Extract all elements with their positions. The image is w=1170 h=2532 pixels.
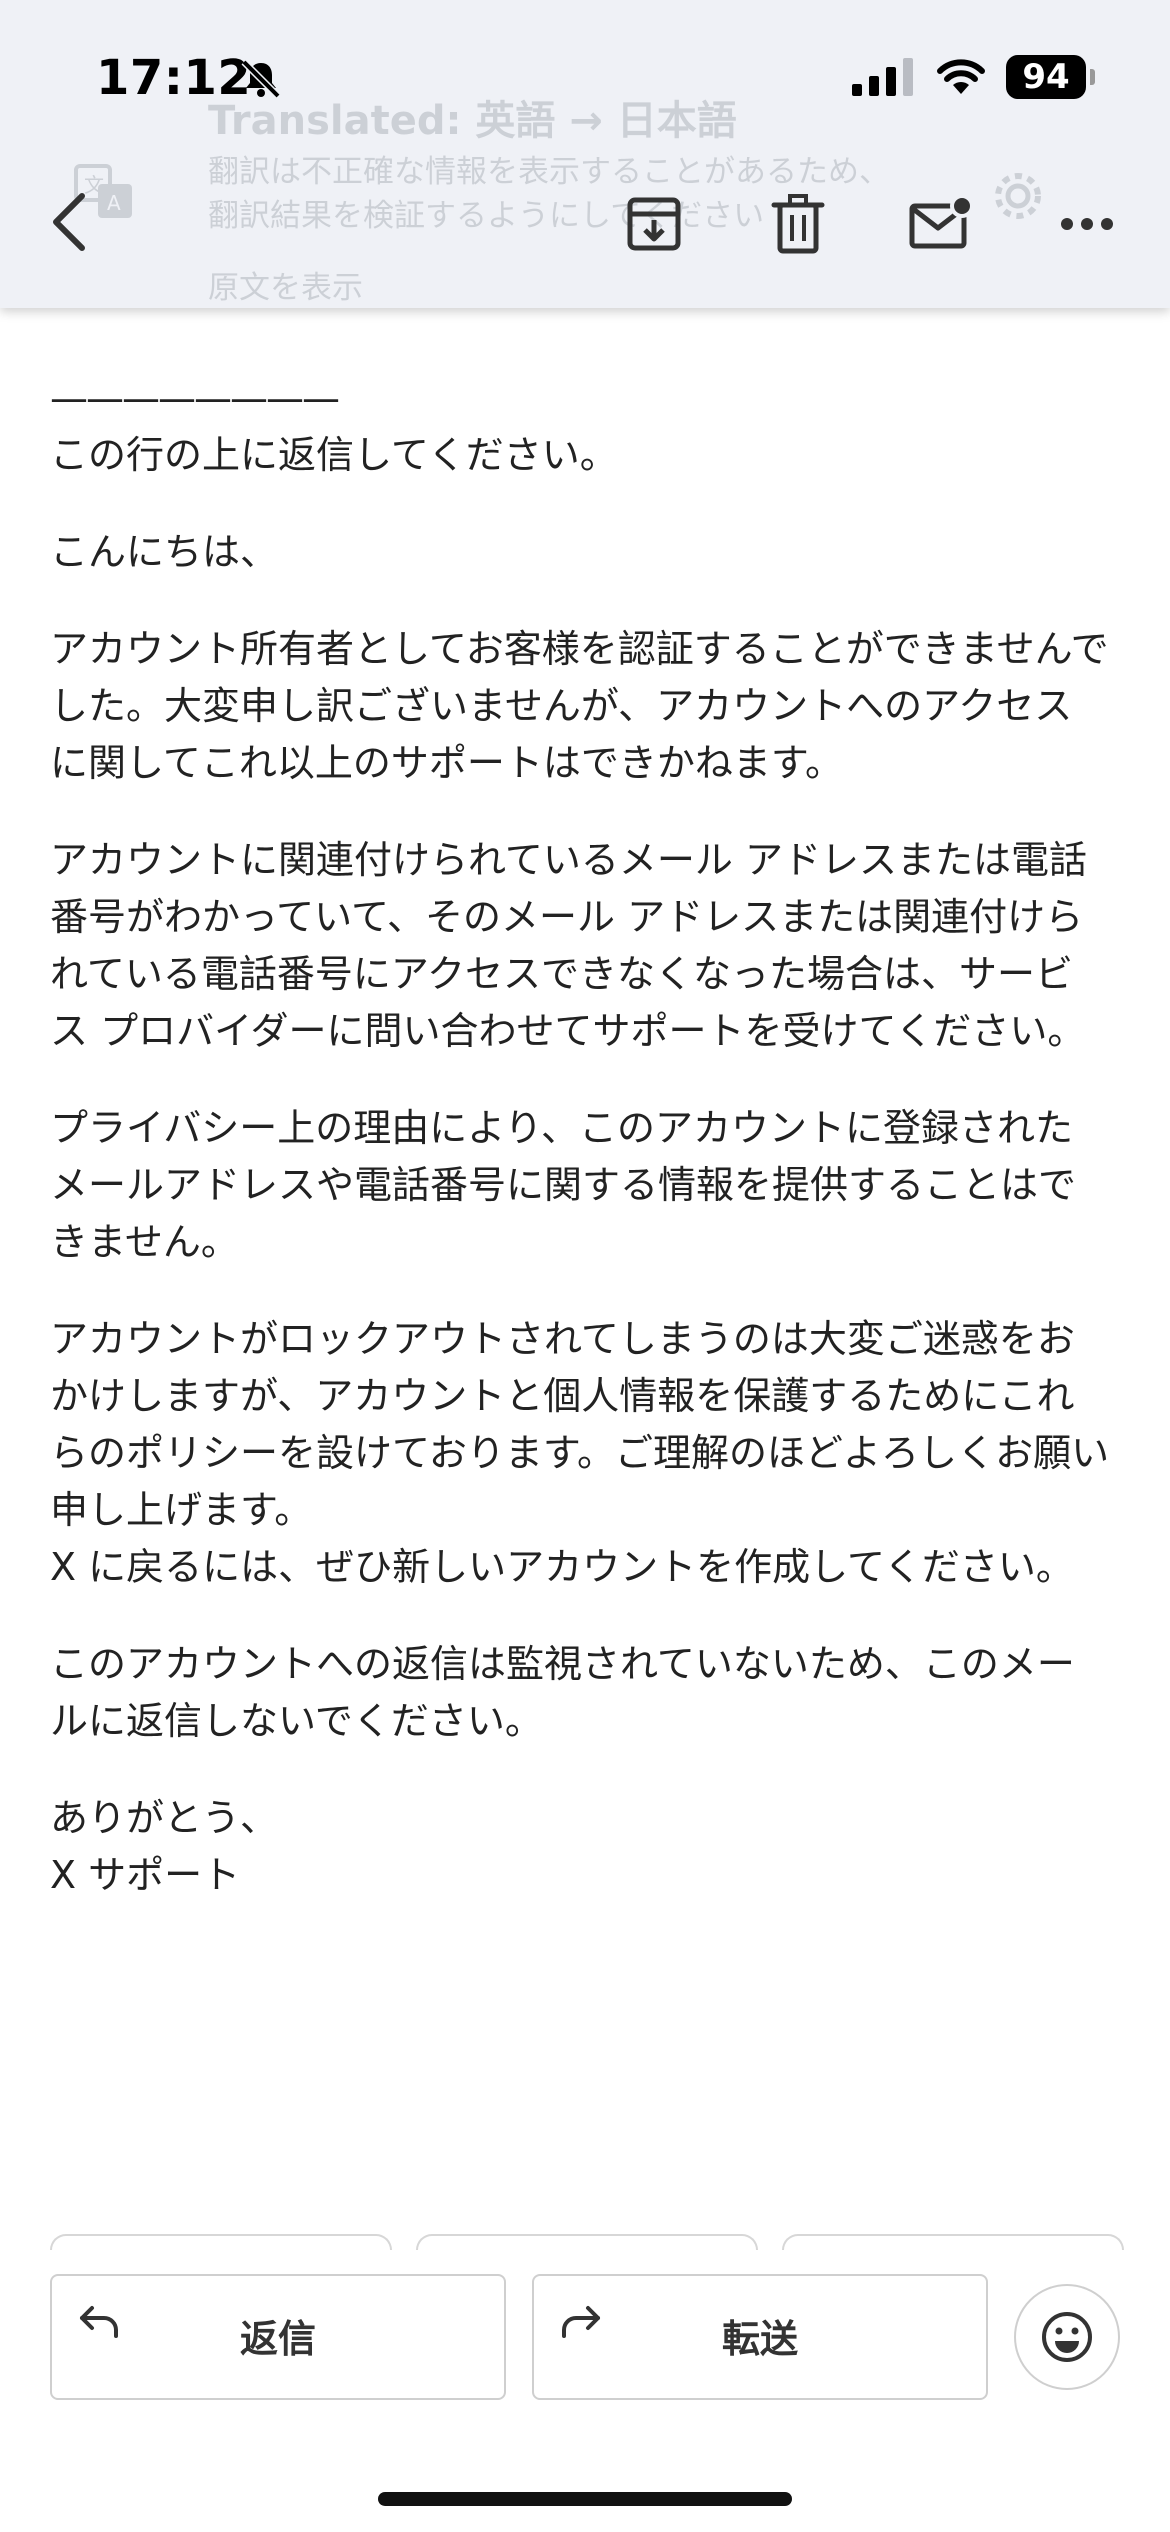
battery-nub bbox=[1090, 69, 1095, 85]
wifi-icon bbox=[937, 59, 985, 94]
reply-label: 返信 bbox=[239, 2317, 316, 2361]
archive-icon bbox=[627, 197, 681, 251]
paragraph-policy: アカウントがロックアウトされてしまうのは大変ご迷惑をおかけしますが、アカウントと… bbox=[50, 1317, 1110, 1589]
more-button[interactable] bbox=[1052, 188, 1122, 260]
emoji-reaction-button[interactable] bbox=[1014, 2284, 1120, 2390]
paragraph-verification: アカウント所有者としてお客様を認証することができませんでした。大変申し訳ございま… bbox=[50, 627, 1109, 785]
reply-button[interactable]: 返信 bbox=[50, 2274, 506, 2400]
paragraph-privacy: プライバシー上の理由により、このアカウントに登録されたメールアドレスや電話番号に… bbox=[50, 1106, 1077, 1264]
mark-unread-button[interactable] bbox=[902, 188, 980, 260]
back-chevron-icon bbox=[53, 193, 85, 251]
reply-above-line: この行の上に返信してください。 bbox=[50, 433, 618, 477]
bell-off-icon bbox=[241, 59, 281, 99]
delete-button[interactable] bbox=[762, 188, 834, 260]
archive-button[interactable] bbox=[618, 188, 690, 260]
cellular-signal-icon bbox=[852, 58, 913, 96]
top-header: 文 A Translated: 英語 → 日本語 翻訳は不正確な情報を表示するこ… bbox=[0, 0, 1170, 308]
gear-icon[interactable] bbox=[990, 168, 1046, 224]
battery-icon: 94 bbox=[1006, 55, 1086, 99]
paragraph-service-provider: アカウントに関連付けられているメール アドレスまたは電話番号がわかっていて、その… bbox=[50, 838, 1087, 1053]
paragraph-no-reply: このアカウントへの返信は監視されていないため、このメールに返信しないでください。 bbox=[50, 1642, 1075, 1743]
action-bar: 返信 転送 bbox=[0, 2250, 1170, 2532]
greeting: こんにちは、 bbox=[50, 530, 279, 574]
email-body: ———————— この行の上に返信してください。 こんにちは、 アカウント所有者… bbox=[50, 370, 1110, 1944]
emoji-reaction-icon bbox=[1042, 2312, 1092, 2362]
more-horizontal-icon bbox=[1061, 218, 1113, 230]
translation-banner: 文 A Translated: 英語 → 日本語 翻訳は不正確な情報を表示するこ… bbox=[0, 0, 1170, 308]
mark-unread-icon bbox=[909, 194, 974, 249]
signoff: ありがとう、 X サポート bbox=[50, 1796, 279, 1897]
status-time: 17:12 bbox=[96, 50, 252, 106]
reply-separator: ———————— bbox=[50, 376, 340, 420]
home-indicator bbox=[378, 2492, 792, 2506]
trash-icon bbox=[771, 194, 825, 254]
show-original-link[interactable]: 原文を表示 bbox=[208, 262, 363, 307]
translation-title: Translated: 英語 → 日本語 bbox=[208, 98, 737, 144]
forward-label: 転送 bbox=[721, 2317, 798, 2361]
forward-button[interactable]: 転送 bbox=[532, 2274, 988, 2400]
svg-text:A: A bbox=[107, 191, 121, 215]
back-button[interactable] bbox=[36, 182, 100, 262]
